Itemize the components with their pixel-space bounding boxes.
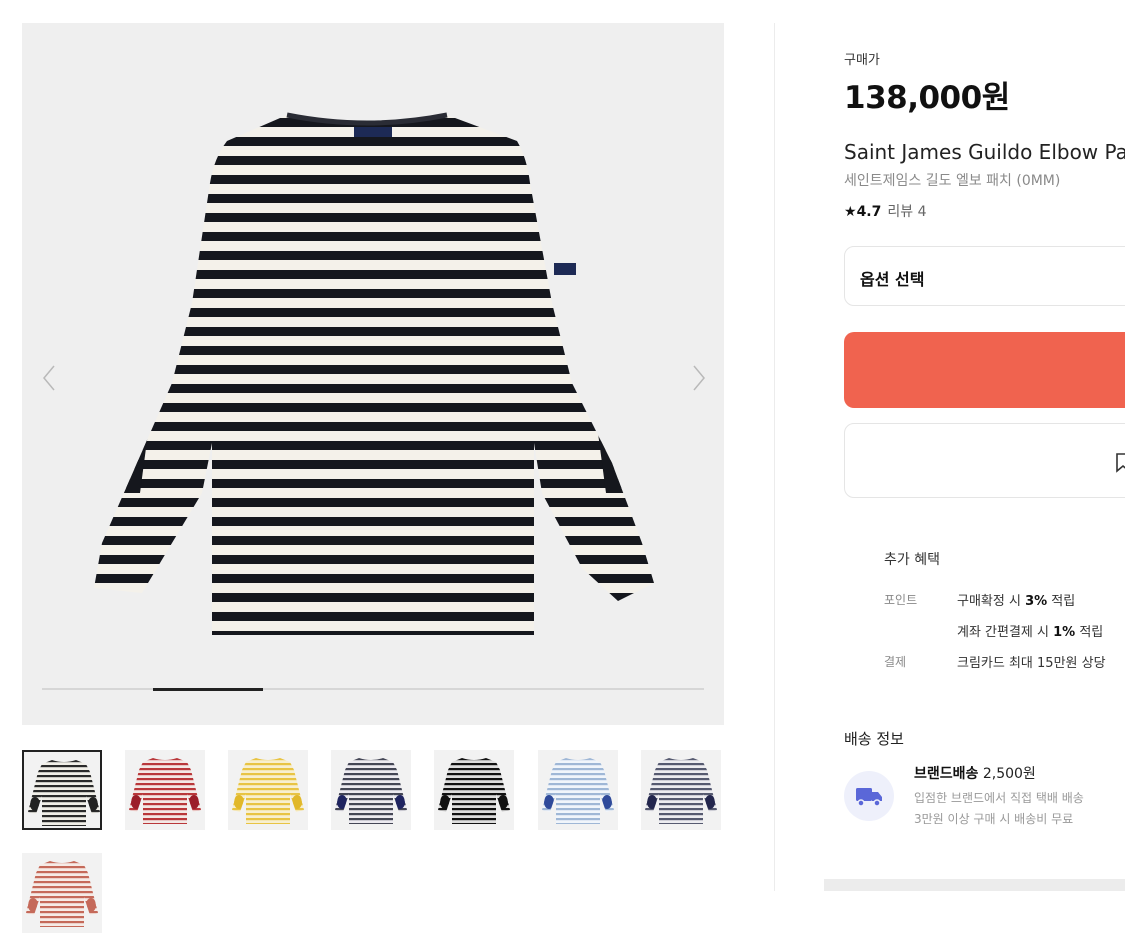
product-main-image: [94, 112, 654, 635]
product-thumbnail[interactable]: [228, 750, 308, 830]
thumbnail-image: [129, 758, 201, 824]
product-gallery-column: [0, 0, 775, 933]
bookmark-icon: [1116, 453, 1125, 473]
bottom-scroll-hint: [824, 879, 1125, 891]
point-benefit-1: 구매확정 시 3% 적립: [957, 594, 1076, 609]
shipping-desc-1: 입점한 브랜드에서 직접 택배 배송: [914, 791, 1084, 805]
product-thumbnail[interactable]: [125, 750, 205, 830]
prev-image-button[interactable]: [34, 358, 64, 398]
option-select-dropdown[interactable]: 옵션 선택: [844, 246, 1125, 306]
product-thumbnail[interactable]: [538, 750, 618, 830]
thumbnail-image: [232, 758, 304, 824]
product-thumbnail[interactable]: [641, 750, 721, 830]
chevron-left-icon: [43, 365, 55, 391]
point-label: 포인트: [884, 593, 918, 607]
shipping-icon-wrapper: [844, 771, 894, 821]
product-rating[interactable]: ★4.7 리뷰 4: [844, 201, 927, 221]
product-price: 138,000원: [844, 80, 1010, 116]
rating-score: 4.7: [856, 204, 882, 220]
column-divider: [774, 23, 775, 891]
point-benefit-2: 계좌 간편결제 시 1% 적립: [957, 625, 1104, 640]
review-count: 리뷰 4: [887, 204, 927, 220]
product-image-viewer: [22, 23, 724, 725]
shipping-desc-2: 3만원 이상 구매 시 배송비 무료: [914, 812, 1074, 826]
product-name-korean: 세인트제임스 길도 엘보 패치 (0MM): [844, 173, 1061, 189]
buy-button[interactable]: [844, 332, 1125, 408]
price-label: 구매가: [844, 53, 880, 68]
option-select-label: 옵션 선택: [860, 270, 925, 289]
next-image-button[interactable]: [684, 358, 714, 398]
gallery-progress-indicator: [152, 688, 264, 691]
payment-benefit: 크림카드 최대 15만원 상당: [957, 656, 1106, 671]
shipping-title: 배송 정보: [844, 730, 904, 748]
thumbnail-image: [26, 861, 98, 927]
product-name: Saint James Guildo Elbow Pa: [844, 140, 1125, 164]
gallery-progress-bar: [42, 688, 704, 691]
product-thumbnail[interactable]: [434, 750, 514, 830]
truck-icon: [856, 788, 882, 807]
product-thumbnail[interactable]: [22, 750, 102, 830]
thumbnail-image: [542, 758, 614, 824]
product-thumbnail[interactable]: [331, 750, 411, 830]
thumbnail-image: [335, 758, 407, 824]
benefits-title: 추가 혜택: [884, 552, 940, 568]
shipping-method: 브랜드배송 2,500원: [914, 766, 1036, 782]
thumbnail-image: [645, 758, 717, 824]
product-thumbnail[interactable]: [22, 853, 102, 933]
thumbnail-image: [28, 760, 100, 826]
payment-label: 결제: [884, 655, 907, 669]
star-icon: ★: [844, 204, 857, 220]
chevron-right-icon: [693, 365, 705, 391]
thumbnail-image: [438, 758, 510, 824]
wishlist-button[interactable]: [844, 423, 1125, 498]
